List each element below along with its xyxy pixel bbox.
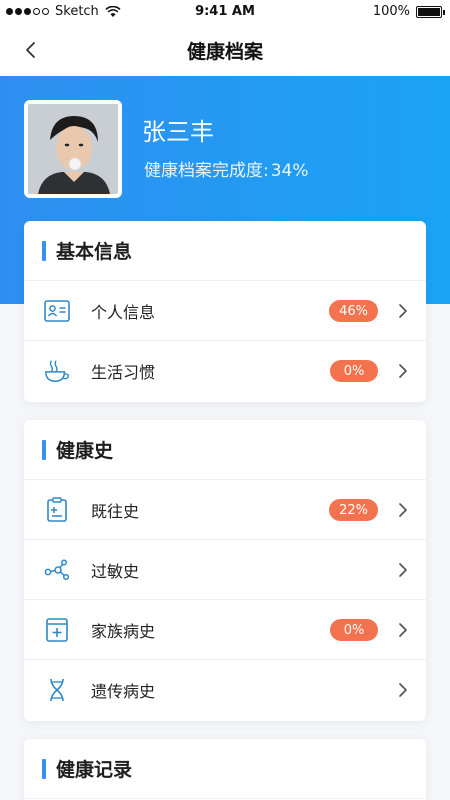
chevron-right-icon: [399, 304, 407, 318]
completion-label: 健康档案完成度:: [144, 161, 269, 181]
chevron-right-icon: [399, 503, 407, 517]
molecule-icon: [44, 558, 70, 582]
row-label: 个人信息: [91, 302, 156, 322]
status-bar: Sketch 9:41 AM 100%: [0, 0, 450, 24]
accent-bar: [42, 240, 46, 261]
row-personal-info[interactable]: 个人信息 46%: [24, 281, 426, 341]
row-allergy-history[interactable]: 过敏史: [24, 540, 426, 600]
profile-completion: 健康档案完成度: 34%: [142, 156, 309, 181]
card-title-basic-info: 基本信息: [56, 241, 133, 263]
row-past-history[interactable]: 既往史 22%: [24, 480, 426, 540]
page-title: 健康档案: [186, 40, 263, 63]
row-label: 既往史: [91, 501, 140, 521]
status-right: 100%: [372, 4, 445, 19]
chevron-right-icon: [399, 563, 407, 577]
progress-badge: 0%: [330, 619, 378, 641]
chevron-right-icon: [399, 623, 407, 637]
nav-bar: 健康档案: [0, 24, 450, 76]
avatar[interactable]: [24, 100, 122, 198]
progress-badge: 0%: [330, 360, 378, 382]
row-family-history[interactable]: 家族病史 0%: [24, 600, 426, 660]
health-history-card: 健康史 既往史 22% 过敏史 家族病史 0% 遗传病史: [24, 420, 426, 721]
row-label: 生活习惯: [91, 363, 156, 382]
row-label: 家族病史: [91, 621, 156, 641]
basic-info-card: 基本信息 个人信息 46% 生活习惯 0%: [24, 221, 426, 402]
card-header: 健康记录: [24, 739, 426, 799]
row-genetic-history[interactable]: 遗传病史: [24, 660, 426, 720]
card-title-health-records: 健康记录: [56, 759, 133, 781]
progress-badge: 22%: [329, 499, 378, 521]
user-name: 张三丰: [142, 118, 214, 146]
row-label: 过敏史: [91, 561, 140, 581]
card-header: 健康史: [24, 420, 426, 480]
accent-bar: [42, 758, 46, 779]
card-header: 基本信息: [24, 221, 426, 281]
medical-book-icon: [44, 618, 70, 642]
completion-value: 34%: [270, 161, 309, 181]
battery-icon: [416, 5, 445, 18]
accent-bar: [42, 439, 46, 460]
chevron-left-icon: [26, 42, 35, 58]
id-card-icon: [44, 299, 70, 323]
chevron-right-icon: [399, 683, 407, 697]
row-lifestyle[interactable]: 生活习惯 0%: [24, 341, 426, 401]
avatar-photo: [28, 104, 118, 194]
clipboard-icon: [44, 497, 70, 522]
card-title-health-history: 健康史: [56, 440, 114, 462]
back-button[interactable]: [16, 36, 44, 64]
row-label: 遗传病史: [91, 682, 156, 701]
coffee-cup-icon: [44, 359, 70, 383]
dna-icon: [44, 678, 70, 702]
battery-percent: 100%: [372, 4, 410, 19]
progress-badge: 46%: [329, 300, 378, 322]
chevron-right-icon: [399, 364, 407, 378]
health-records-card: 健康记录: [24, 739, 426, 800]
